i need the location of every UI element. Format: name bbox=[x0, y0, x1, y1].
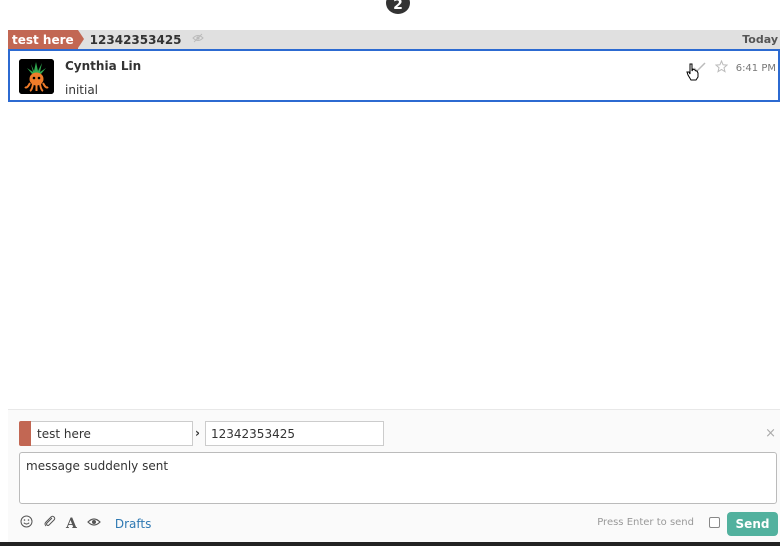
emoji-icon[interactable] bbox=[20, 515, 33, 532]
message-content: initial bbox=[65, 83, 98, 97]
enter-to-send-checkbox[interactable] bbox=[709, 517, 720, 528]
unread-count-label: 2 bbox=[393, 0, 403, 13]
stream-input[interactable] bbox=[31, 421, 193, 446]
app-stage: 2 test here 12342353425 Today Cynthia Li… bbox=[0, 0, 780, 546]
send-button[interactable]: Send bbox=[727, 512, 778, 536]
message-textarea[interactable]: message suddenly sent bbox=[19, 452, 777, 504]
star-icon[interactable] bbox=[714, 59, 728, 77]
message-time[interactable]: 6:41 PM bbox=[736, 63, 776, 74]
stream-name: test here bbox=[12, 32, 74, 47]
drafts-link[interactable]: Drafts bbox=[115, 517, 152, 531]
unread-count-badge[interactable]: 2 bbox=[386, 0, 410, 14]
date-label: Today bbox=[742, 33, 778, 46]
topic-input[interactable] bbox=[205, 421, 384, 446]
topic-label[interactable]: 12342353425 bbox=[90, 33, 182, 47]
bottom-border bbox=[0, 542, 780, 546]
enter-to-send-label: Press Enter to send bbox=[597, 517, 694, 528]
mouse-pointer-icon bbox=[686, 63, 700, 85]
message-actions: 6:41 PM bbox=[693, 59, 776, 77]
attachment-icon[interactable] bbox=[43, 515, 56, 532]
recipient-bar[interactable]: test here 12342353425 Today bbox=[8, 30, 780, 49]
stream-label[interactable]: test here bbox=[8, 30, 84, 49]
compose-close-icon[interactable]: × bbox=[765, 426, 776, 441]
sender-avatar[interactable] bbox=[19, 59, 54, 94]
message-row[interactable]: Cynthia Lin initial 6:41 PM bbox=[8, 49, 780, 102]
recipient-arrow: › bbox=[195, 426, 200, 440]
mute-topic-icon[interactable] bbox=[191, 33, 204, 46]
stream-color-swatch bbox=[19, 421, 31, 446]
compose-toolbar: A Drafts bbox=[20, 515, 151, 532]
sender-name[interactable]: Cynthia Lin bbox=[65, 59, 141, 73]
format-icon[interactable]: A bbox=[66, 516, 77, 532]
compose-box: › × message suddenly sent A bbox=[8, 409, 780, 546]
preview-icon[interactable] bbox=[87, 516, 101, 531]
